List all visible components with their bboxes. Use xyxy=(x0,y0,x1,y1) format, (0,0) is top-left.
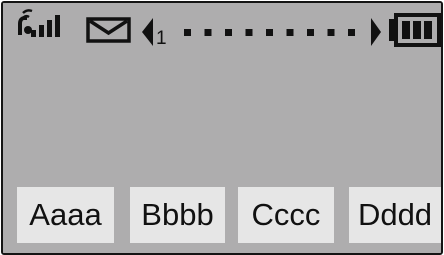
battery-icon xyxy=(389,13,441,47)
status-bar-icons: 1 xyxy=(18,9,441,47)
page-dot xyxy=(204,29,212,36)
device-display: 1 Aaaa Bbbb Cccc Dddd xyxy=(1,1,443,255)
battery-bar xyxy=(413,21,421,39)
battery-bar xyxy=(402,21,410,39)
page-dot xyxy=(327,29,335,36)
page-indicator: 1 xyxy=(142,18,381,47)
current-page-number: 1 xyxy=(156,28,167,47)
softkey-1[interactable]: Aaaa xyxy=(17,187,114,243)
page-dot xyxy=(225,29,232,36)
page-dot xyxy=(286,29,294,36)
battery-level-bars xyxy=(402,21,432,39)
softkey-2[interactable]: Bbbb xyxy=(130,187,225,243)
softkey-3[interactable]: Cccc xyxy=(238,187,334,243)
status-bar: 1 xyxy=(3,3,441,47)
page-left-arrow-icon[interactable] xyxy=(142,18,153,46)
page-dot xyxy=(266,29,273,36)
page-dot xyxy=(348,29,355,36)
page-dot xyxy=(184,29,191,36)
battery-bar xyxy=(424,21,432,39)
envelope-icon xyxy=(86,17,131,43)
softkey-4[interactable]: Dddd xyxy=(349,187,441,243)
page-right-arrow-icon[interactable] xyxy=(371,18,381,46)
softkey-bar: Aaaa Bbbb Cccc Dddd xyxy=(3,187,441,243)
page-dot xyxy=(245,29,253,36)
page-dots xyxy=(184,29,355,36)
antenna-signal-icon xyxy=(18,9,60,37)
screen: 1 Aaaa Bbbb Cccc Dddd xyxy=(3,3,441,253)
page-dot xyxy=(307,29,314,36)
